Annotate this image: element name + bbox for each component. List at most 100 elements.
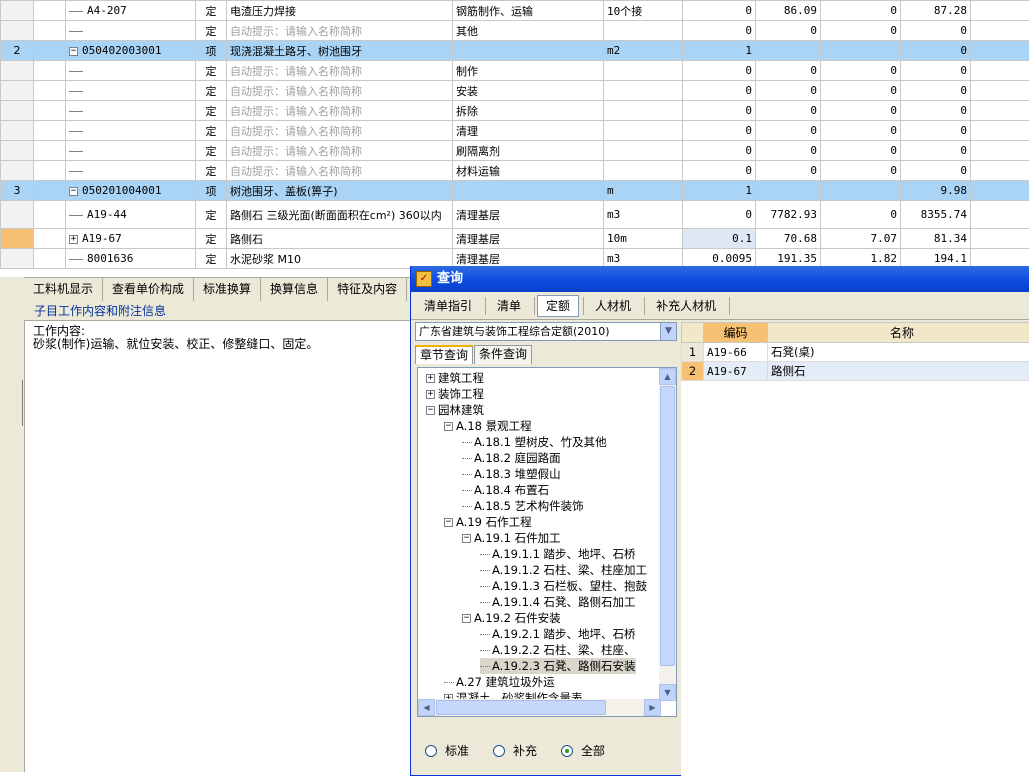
item-unit-price[interactable]: 0: [756, 21, 821, 41]
item-unit[interactable]: [604, 141, 683, 161]
item-name[interactable]: 电渣压力焊接: [227, 1, 453, 21]
item-unit-price[interactable]: 86.09: [756, 1, 821, 21]
budget-grid[interactable]: A4-207定电渣压力焊接钢筋制作、运输10个接086.09087.28定自动提…: [0, 0, 1029, 269]
tree-node[interactable]: A.18.1 塑树皮、竹及其他: [462, 434, 607, 450]
tab-supplementary-lmm[interactable]: 补充人材机: [647, 295, 725, 317]
item-unit[interactable]: [604, 161, 683, 181]
table-row[interactable]: +A19-67定路侧石清理基层10m0.170.687.0781.34: [1, 229, 1029, 249]
item-type[interactable]: 定: [196, 161, 227, 181]
table-row[interactable]: A4-207定电渣压力焊接钢筋制作、运输10个接086.09087.28: [1, 1, 1029, 21]
item-type[interactable]: 定: [196, 201, 227, 229]
tree-horizontal-thumb[interactable]: [436, 700, 606, 715]
result-code[interactable]: A19-66: [704, 343, 768, 362]
chapter-tree[interactable]: +建筑工程+装饰工程−园林建筑−A.18 景观工程A.18.1 塑树皮、竹及其他…: [417, 367, 677, 717]
tree-node[interactable]: A.27 建筑垃圾外运: [444, 674, 555, 690]
result-row[interactable]: 1A19-66石凳(桌): [682, 343, 1029, 362]
tree-node[interactable]: A.19.2.2 石柱、梁、柱座、: [480, 642, 636, 658]
expand-icon[interactable]: +: [426, 390, 435, 399]
work-content[interactable]: 清理: [453, 121, 604, 141]
item-total-price[interactable]: 0: [901, 101, 971, 121]
item-quantity[interactable]: 0: [683, 161, 756, 181]
scroll-up-icon[interactable]: ▲: [659, 368, 676, 385]
item-labor-price[interactable]: 0: [821, 21, 901, 41]
item-total-price[interactable]: 0: [901, 21, 971, 41]
item-unit[interactable]: m2: [604, 41, 683, 61]
work-content[interactable]: 其他: [453, 21, 604, 41]
row-index[interactable]: [1, 201, 34, 229]
item-labor-price[interactable]: 0: [821, 101, 901, 121]
item-type[interactable]: 项: [196, 41, 227, 61]
row-index[interactable]: [1, 141, 34, 161]
item-code[interactable]: 8001636: [66, 249, 196, 269]
item-type[interactable]: 定: [196, 101, 227, 121]
item-unit[interactable]: [604, 101, 683, 121]
item-total-price[interactable]: 0: [901, 41, 971, 61]
work-content[interactable]: [453, 181, 604, 201]
item-unit[interactable]: [604, 21, 683, 41]
item-unit[interactable]: m: [604, 181, 683, 201]
item-code[interactable]: [66, 61, 196, 81]
item-code[interactable]: [66, 21, 196, 41]
row-index[interactable]: 3: [1, 181, 34, 201]
tree-node[interactable]: A.18.2 庭园路面: [462, 450, 561, 466]
table-row[interactable]: 定自动提示：请输入名称简称拆除0000: [1, 101, 1029, 121]
table-row[interactable]: A19-44定路侧石 三级光面(断面面积在cm²) 360以内清理基层m3077…: [1, 201, 1029, 229]
tree-vertical-thumb[interactable]: [660, 386, 675, 666]
item-code[interactable]: [66, 81, 196, 101]
row-index[interactable]: [1, 121, 34, 141]
item-type[interactable]: 定: [196, 61, 227, 81]
dialog-titlebar[interactable]: ✓ 查询: [411, 266, 1029, 292]
table-row[interactable]: 2−050402003001项现浇混凝土路牙、树池围牙m210: [1, 41, 1029, 61]
item-code[interactable]: −050402003001: [66, 41, 196, 61]
tree-node[interactable]: A.19.2.3 石凳、路侧石安装: [480, 658, 636, 674]
item-name[interactable]: 自动提示：请输入名称简称: [227, 161, 453, 181]
radio-standard[interactable]: 标准: [425, 742, 469, 759]
tab-unit-price-composition[interactable]: 查看单价构成: [103, 278, 194, 301]
item-unit-price[interactable]: 0: [756, 61, 821, 81]
item-name[interactable]: 自动提示：请输入名称简称: [227, 61, 453, 81]
tab-quota[interactable]: 定额: [537, 295, 579, 317]
item-type[interactable]: 定: [196, 21, 227, 41]
item-labor-price[interactable]: [821, 41, 901, 61]
item-type[interactable]: 定: [196, 249, 227, 269]
item-unit-price[interactable]: 70.68: [756, 229, 821, 249]
row-index[interactable]: [1, 1, 34, 21]
item-code[interactable]: A19-44: [66, 201, 196, 229]
collapse-icon[interactable]: −: [69, 187, 78, 196]
item-unit-price[interactable]: 0: [756, 141, 821, 161]
tab-standard-conversion[interactable]: 标准换算: [194, 278, 261, 301]
item-code[interactable]: [66, 141, 196, 161]
collapse-icon[interactable]: −: [462, 534, 471, 543]
item-unit[interactable]: 10m: [604, 229, 683, 249]
item-labor-price[interactable]: 7.07: [821, 229, 901, 249]
tab-labor-material-machine[interactable]: 人材机: [586, 295, 640, 317]
work-content[interactable]: 制作: [453, 61, 604, 81]
tree-node[interactable]: A.18.5 艺术构件装饰: [462, 498, 584, 514]
item-quantity[interactable]: 1: [683, 41, 756, 61]
item-unit[interactable]: [604, 81, 683, 101]
table-row[interactable]: 3−050201004001项树池围牙、盖板(箅子)m19.98: [1, 181, 1029, 201]
tab-condition-search[interactable]: 条件查询: [474, 345, 532, 364]
item-quantity[interactable]: 0: [683, 101, 756, 121]
item-code[interactable]: [66, 161, 196, 181]
tree-node[interactable]: A.19.1.1 踏步、地坪、石桥: [480, 546, 636, 562]
item-quantity[interactable]: 1: [683, 181, 756, 201]
item-unit-price[interactable]: 0: [756, 161, 821, 181]
scroll-left-icon[interactable]: ◀: [418, 699, 435, 716]
item-labor-price[interactable]: 0: [821, 81, 901, 101]
item-code[interactable]: [66, 101, 196, 121]
item-type[interactable]: 定: [196, 141, 227, 161]
work-content[interactable]: 清理基层: [453, 201, 604, 229]
item-unit-price[interactable]: [756, 181, 821, 201]
tab-bill-guide[interactable]: 清单指引: [415, 295, 481, 317]
collapse-icon[interactable]: −: [444, 518, 453, 527]
item-labor-price[interactable]: 0: [821, 141, 901, 161]
item-type[interactable]: 定: [196, 229, 227, 249]
table-row[interactable]: 定自动提示：请输入名称简称制作0000: [1, 61, 1029, 81]
tree-vertical-scrollbar[interactable]: ▲ ▼: [659, 368, 676, 701]
item-code[interactable]: −050201004001: [66, 181, 196, 201]
tree-node[interactable]: A.19.2.1 踏步、地坪、石桥: [480, 626, 636, 642]
item-total-price[interactable]: 0: [901, 121, 971, 141]
item-quantity[interactable]: 0: [683, 141, 756, 161]
tree-node[interactable]: +建筑工程: [426, 370, 484, 386]
